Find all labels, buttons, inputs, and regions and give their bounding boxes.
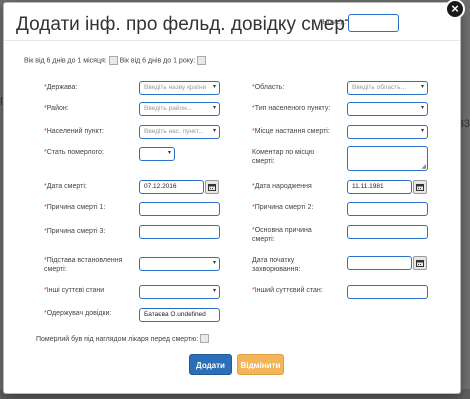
close-icon[interactable]: × [451,1,459,16]
recipient-input[interactable]: Батаєва О.undefined [139,308,220,322]
cause3-label: *Причина смерті 3: [44,228,106,235]
district-input[interactable]: Введіть район... ▾ [139,102,220,116]
basis-select[interactable]: ▾ [139,257,220,271]
cause2-label: *Причина смерті 2: [252,204,314,211]
age-6d-1y-checkbox[interactable] [197,56,207,65]
place-of-death-select[interactable]: ▾ [347,125,428,139]
place-comment-label: Коментар по місцю смерті: [252,149,315,165]
country-label: *Держава: [44,84,78,91]
cause3-input[interactable] [139,225,220,239]
other-states-select[interactable]: ▾ [139,285,220,299]
district-label: *Район: [44,105,69,112]
basis-label: *Підстава встановлення смерті: [44,257,123,273]
settlement-type-select[interactable]: ▾ [347,102,428,116]
calendar-icon [416,184,424,191]
disease-start-calendar-button[interactable] [413,256,427,270]
number-input[interactable] [348,14,399,32]
settlement-label: *Населений пункт: [44,128,104,135]
death-certificate-modal: × Додати інф. про фельд. довідку смерті … [3,0,465,394]
doctor-supervision-checkbox[interactable] [200,334,209,343]
other-states-label: *Інші суттєві стани [44,287,105,294]
header-divider [4,40,460,41]
death-date-label: *Дата смерті: [44,183,87,190]
doctor-supervision-label: Померлий був під наглядом лікаря перед с… [36,336,199,343]
number-label: *Номер: [320,19,347,26]
birth-date-label: *Дата народження [252,183,312,190]
birth-date-calendar-button[interactable] [413,180,427,194]
age-6d-1m-label: Вік від 6 днів до 1 місяця: [24,57,107,65]
disease-start-input[interactable] [347,256,412,270]
settlement-input[interactable]: Введіть нас. пункт... ▾ [139,125,220,139]
add-button[interactable]: Додати [189,354,232,375]
close-button[interactable]: × [445,0,465,19]
death-date-calendar-button[interactable] [205,180,219,194]
settlement-type-label: *Тип населеного пункту: [252,105,331,112]
main-cause-input[interactable] [347,225,428,239]
death-date-input[interactable]: 07.12.2016 [139,180,204,194]
recipient-label: *Одержувач довідки: [44,310,112,317]
region-input[interactable]: Введіть область... ▾ [347,81,428,95]
cancel-button[interactable]: Відмінити [237,354,284,375]
sex-label: *Стать померлого: [44,149,104,156]
other-state-label: *Інший суттєвий стан: [252,287,323,294]
age-6d-1m-checkbox[interactable] [108,56,118,65]
modal-title: Додати інф. про фельд. довідку смерті [16,14,358,35]
disease-start-label: Дата початку захворювання: [252,257,301,273]
calendar-icon [416,260,424,267]
cause1-label: *Причина смерті 1: [44,204,106,211]
place-comment-textarea[interactable]: ◢ [347,146,428,171]
cause1-input[interactable] [139,202,220,216]
calendar-icon [208,184,216,191]
place-of-death-label: *Місце настання смерті: [252,128,330,135]
main-cause-label: *Основна причина смерті: [252,227,312,243]
region-label: *Область: [252,84,285,91]
cause2-input[interactable] [347,202,428,216]
age-checkboxes: Вік від 6 днів до 1 місяця: Вік від 6 дн… [24,56,207,65]
country-input[interactable]: Введіть назву країни ▾ [139,81,220,95]
age-6d-1y-label: Вік від 6 днів до 1 року: [119,57,196,65]
sex-select[interactable]: ▾ [139,147,175,161]
birth-date-input[interactable]: 11.11.1981 [347,180,412,194]
other-state-input[interactable] [347,285,428,299]
